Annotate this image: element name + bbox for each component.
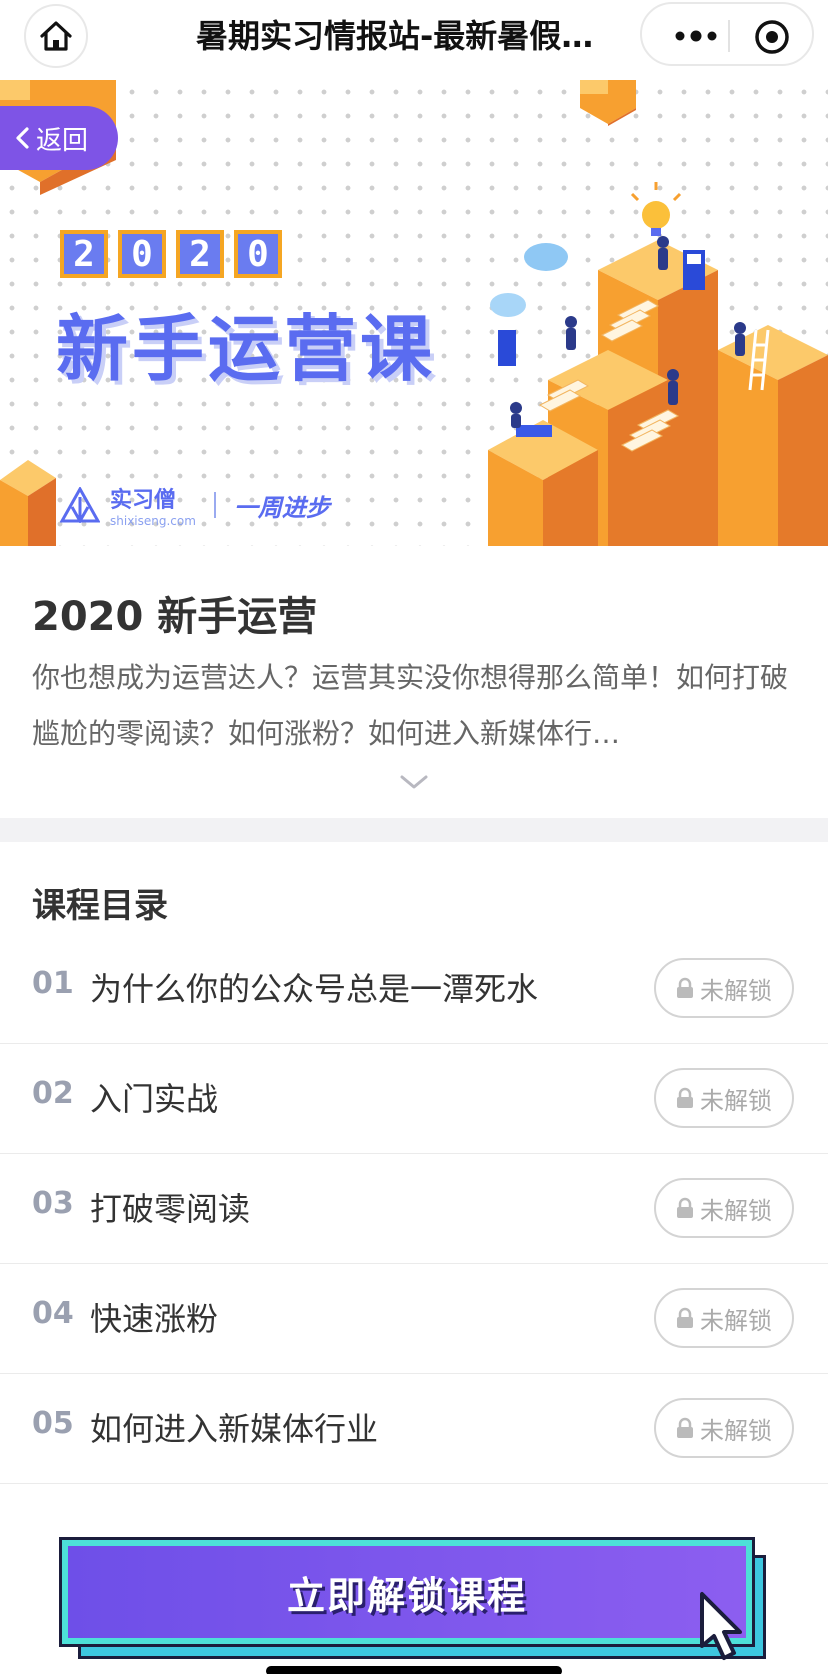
lock-label: 未解锁 [700,1416,772,1445]
lesson-title: 入门实战 [90,1080,219,1118]
unlock-course-button[interactable]: 立即解锁课程 [59,1537,755,1647]
lesson-number: 01 [32,966,74,1001]
brand-name: 实习僧 [110,488,177,513]
lesson-row[interactable]: 05 如何进入新媒体行业 未解锁 [0,1374,828,1484]
lesson-row[interactable]: 03 打破零阅读 未解锁 [0,1154,828,1264]
year-digit: 0 [118,230,166,278]
lesson-list: 01 为什么你的公众号总是一潭死水 未解锁 02 入门实战 未解锁 03 打破零… [0,934,828,1484]
course-intro: 2020 新手运营 你也想成为运营达人？运营其实没你想得那么简单！如何打破尴尬的… [0,546,828,818]
lesson-row[interactable]: 04 快速涨粉 未解锁 [0,1264,828,1374]
brand-text: 实习僧 shixiseng.com [110,482,196,528]
back-label: 返回 [36,125,89,156]
lesson-title: 打破零阅读 [90,1190,251,1228]
course-catalog: 课程目录 01 为什么你的公众号总是一潭死水 未解锁 02 入门实战 未解锁 0… [0,842,828,1492]
brand-separator [213,492,216,518]
lock-icon [677,977,693,998]
lock-icon [677,1087,693,1108]
chevron-down-icon[interactable] [398,772,430,792]
lesson-number: 02 [32,1076,74,1111]
banner-headline: 新手运营课 [56,307,437,391]
capsule-divider [728,20,730,52]
locked-badge: 未解锁 [654,1398,794,1458]
lock-label: 未解锁 [700,976,772,1005]
lock-icon [677,1417,693,1438]
unlock-course-label: 立即解锁课程 [286,1573,527,1618]
lesson-title: 为什么你的公众号总是一潭死水 [90,970,539,1008]
lock-icon [677,1307,693,1328]
course-description: 你也想成为运营达人？运营其实没你想得那么简单！如何打破尴尬的零阅读？如何涨粉？如… [32,661,789,750]
locked-badge: 未解锁 [654,1178,794,1238]
more-dots-icon [675,30,717,42]
back-button[interactable]: 返回 [0,106,118,170]
brand-slogan: 一周进步 [233,493,330,522]
lock-label: 未解锁 [700,1306,772,1335]
year-digit: 2 [60,230,108,278]
locked-badge: 未解锁 [654,1288,794,1348]
close-target-icon[interactable] [752,17,792,57]
home-button[interactable] [24,4,88,68]
chevron-left-icon [16,127,29,149]
page: 暑期实习情报站-最新暑假… 返回 2 0 2 0 新手运营课 实习僧 shixi… [0,0,828,1674]
top-nav-bar: 暑期实习情报站-最新暑假… [0,0,828,80]
lesson-title: 快速涨粉 [90,1300,219,1338]
home-icon [40,21,72,51]
course-banner: 返回 2 0 2 0 新手运营课 实习僧 shixiseng.com 一周进步 [0,80,828,546]
brand-lockup: 实习僧 shixiseng.com 一周进步 [60,482,330,528]
lesson-number: 04 [32,1296,74,1331]
more-menu-button[interactable] [666,22,726,50]
lock-label: 未解锁 [700,1196,772,1225]
brand-url: shixiseng.com [110,514,196,528]
page-title: 暑期实习情报站-最新暑假… [196,17,594,55]
home-indicator [266,1666,562,1674]
decor-cube-top [580,80,636,126]
isometric-staircase-illustration [488,182,828,546]
mini-program-capsule [640,2,814,66]
pointer-cursor-icon [700,1592,742,1660]
shixiseng-logo-icon [60,487,100,523]
section-divider [0,818,828,842]
year-digit: 2 [176,230,224,278]
lock-label: 未解锁 [700,1086,772,1115]
lock-icon [677,1197,693,1218]
lesson-title: 如何进入新媒体行业 [90,1410,379,1448]
year-digit: 0 [234,230,282,278]
locked-badge: 未解锁 [654,1068,794,1128]
course-title: 2020 新手运营 [32,594,318,640]
decor-cube-bottom-left [0,460,56,546]
lesson-row[interactable]: 01 为什么你的公众号总是一潭死水 未解锁 [0,934,828,1044]
lesson-number: 05 [32,1406,74,1441]
catalog-title: 课程目录 [32,886,168,926]
locked-badge: 未解锁 [654,958,794,1018]
lesson-row[interactable]: 02 入门实战 未解锁 [0,1044,828,1154]
lesson-number: 03 [32,1186,74,1221]
banner-year: 2 0 2 0 [60,230,282,278]
